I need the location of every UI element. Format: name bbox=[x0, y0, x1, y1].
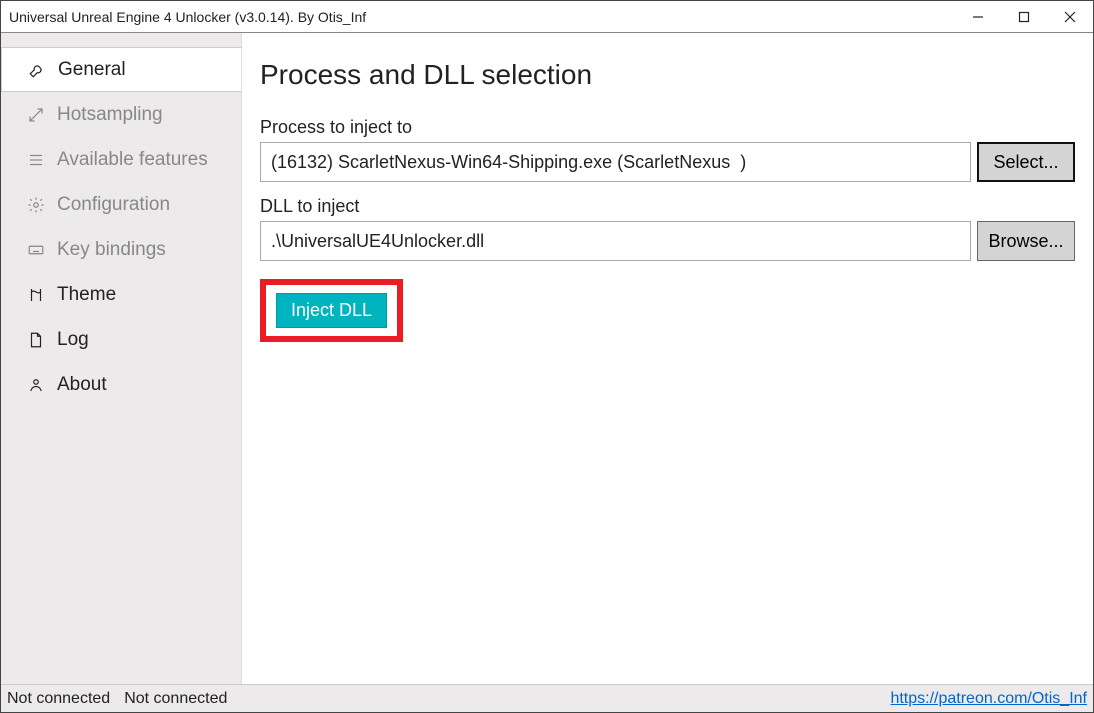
person-icon bbox=[25, 376, 47, 394]
window-controls bbox=[955, 1, 1093, 32]
process-input[interactable] bbox=[260, 142, 971, 182]
sidebar-item-label: Hotsampling bbox=[57, 104, 163, 126]
sidebar-item-log[interactable]: Log bbox=[1, 317, 241, 362]
sidebar-item-general[interactable]: General bbox=[1, 47, 241, 92]
maximize-button[interactable] bbox=[1001, 1, 1047, 32]
close-button[interactable] bbox=[1047, 1, 1093, 32]
sidebar-item-label: About bbox=[57, 374, 107, 396]
sidebar-item-label: Log bbox=[57, 329, 89, 351]
status-text-2: Not connected bbox=[124, 690, 227, 708]
window-title: Universal Unreal Engine 4 Unlocker (v3.0… bbox=[9, 9, 955, 25]
sidebar-item-label: Configuration bbox=[57, 194, 170, 216]
titlebar: Universal Unreal Engine 4 Unlocker (v3.0… bbox=[1, 1, 1093, 33]
body: General Hotsampling Available features C… bbox=[1, 33, 1093, 684]
sidebar-item-about[interactable]: About bbox=[1, 362, 241, 407]
dll-input[interactable] bbox=[260, 221, 971, 261]
statusbar: Not connected Not connected https://patr… bbox=[1, 684, 1093, 712]
sidebar: General Hotsampling Available features C… bbox=[1, 33, 242, 684]
process-row: Select... bbox=[260, 142, 1075, 182]
sidebar-item-label: Key bindings bbox=[57, 239, 166, 261]
dll-label: DLL to inject bbox=[260, 196, 1075, 217]
content-area: Process and DLL selection Process to inj… bbox=[242, 33, 1093, 684]
app-window: Universal Unreal Engine 4 Unlocker (v3.0… bbox=[0, 0, 1094, 713]
patreon-link[interactable]: https://patreon.com/Otis_Inf bbox=[890, 690, 1087, 708]
sidebar-item-label: Available features bbox=[57, 149, 208, 171]
sidebar-item-keybindings[interactable]: Key bindings bbox=[1, 227, 241, 272]
sidebar-item-features[interactable]: Available features bbox=[1, 137, 241, 182]
sidebar-item-label: General bbox=[58, 59, 126, 81]
list-icon bbox=[25, 151, 47, 169]
dll-row: Browse... bbox=[260, 221, 1075, 261]
sidebar-item-hotsampling[interactable]: Hotsampling bbox=[1, 92, 241, 137]
select-button[interactable]: Select... bbox=[977, 142, 1075, 182]
status-left: Not connected Not connected bbox=[7, 690, 890, 708]
document-icon bbox=[25, 331, 47, 349]
process-label: Process to inject to bbox=[260, 117, 1075, 138]
gear-icon bbox=[25, 196, 47, 214]
inject-dll-button[interactable]: Inject DLL bbox=[276, 293, 387, 328]
browse-button[interactable]: Browse... bbox=[977, 221, 1075, 261]
inject-highlight: Inject DLL bbox=[260, 279, 403, 342]
sidebar-item-configuration[interactable]: Configuration bbox=[1, 182, 241, 227]
sidebar-item-label: Theme bbox=[57, 284, 116, 306]
wrench-icon bbox=[26, 61, 48, 79]
minimize-button[interactable] bbox=[955, 1, 1001, 32]
page-title: Process and DLL selection bbox=[260, 59, 1075, 91]
keyboard-icon bbox=[25, 241, 47, 259]
expand-icon bbox=[25, 106, 47, 124]
theme-icon bbox=[25, 286, 47, 304]
status-text-1: Not connected bbox=[7, 690, 110, 708]
sidebar-item-theme[interactable]: Theme bbox=[1, 272, 241, 317]
